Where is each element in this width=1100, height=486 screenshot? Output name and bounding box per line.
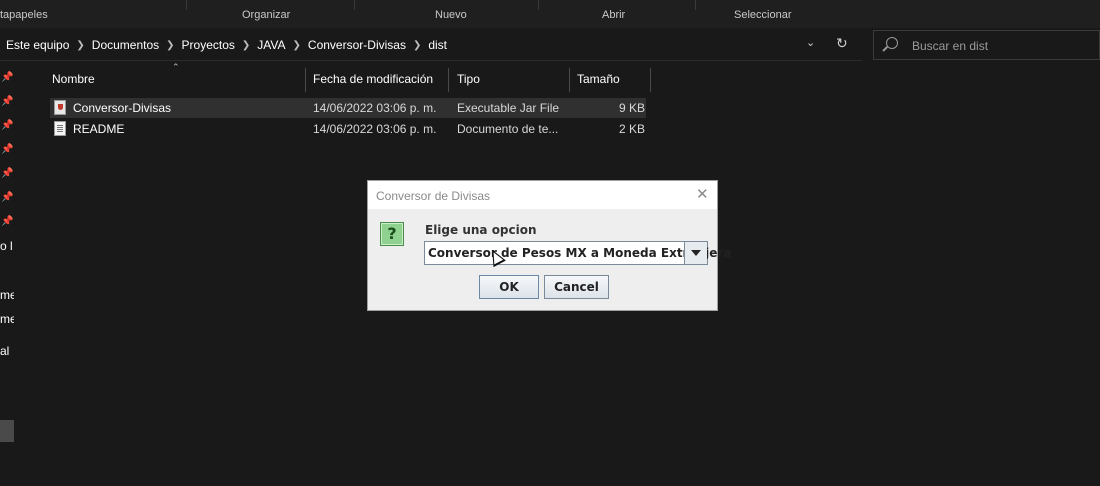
pin-icon: 📌 <box>1 168 14 179</box>
dialog-title: Conversor de Divisas <box>376 189 491 203</box>
question-icon: ? <box>380 222 404 246</box>
file-date: 14/06/2022 03:06 p. m. <box>313 122 437 136</box>
column-divider[interactable] <box>448 68 449 92</box>
ribbon-group-open: Abrir <box>602 9 626 21</box>
column-divider[interactable] <box>305 68 306 92</box>
nav-item-label[interactable]: o l <box>0 239 13 253</box>
text-file-icon <box>54 121 66 136</box>
file-date: 14/06/2022 03:06 p. m. <box>313 101 437 115</box>
search-input[interactable]: Buscar en dist <box>912 39 988 53</box>
file-type: Documento de te... <box>457 122 559 136</box>
column-header-size[interactable]: Tamaño <box>577 72 620 86</box>
column-header-date[interactable]: Fecha de modificación <box>313 72 433 86</box>
chevron-right-icon[interactable]: ❯ <box>166 40 174 51</box>
breadcrumb-this-pc[interactable]: Este equipo <box>6 38 69 52</box>
ribbon-group-organize: Organizar <box>242 9 291 21</box>
ribbon-divider <box>354 0 355 10</box>
file-name: Conversor-Divisas <box>73 101 172 115</box>
address-bar[interactable]: Este equipo ❯ Documentos ❯ Proyectos ❯ J… <box>0 30 862 61</box>
search-box[interactable]: Buscar en dist <box>873 30 1100 60</box>
column-divider[interactable] <box>650 68 651 92</box>
nav-item-label[interactable]: me <box>0 288 14 302</box>
chevron-right-icon[interactable]: ❯ <box>242 40 250 51</box>
search-icon <box>886 37 898 49</box>
ribbon-group-select: Seleccionar <box>734 9 792 21</box>
currency-option-select[interactable]: Conversor de Pesos MX a Moneda Extranjer… <box>424 241 731 265</box>
pin-icon: 📌 <box>1 120 14 131</box>
dialog-prompt: Elige una opcion <box>425 223 537 237</box>
file-list-header: ⌃ Nombre Fecha de modificación Tipo Tama… <box>44 62 654 92</box>
file-name: README <box>73 122 125 136</box>
nav-item-selected[interactable] <box>0 420 14 442</box>
ribbon-group-clipboard: tapapeles <box>0 9 48 21</box>
dialog-title-bar[interactable]: Conversor de Divisas ✕ <box>368 181 717 209</box>
chevron-right-icon[interactable]: ❯ <box>413 40 421 51</box>
ok-button[interactable]: OK <box>479 275 539 299</box>
cancel-button[interactable]: Cancel <box>544 275 609 299</box>
pin-icon: 📌 <box>1 144 14 155</box>
chevron-right-icon[interactable]: ❯ <box>293 40 301 51</box>
refresh-icon[interactable]: ↻ <box>836 35 848 52</box>
pin-icon: 📌 <box>1 192 14 203</box>
ribbon-divider <box>695 0 696 10</box>
chevron-down-icon[interactable]: ⌄ <box>806 36 815 49</box>
file-row-conversor-divisas[interactable]: Conversor-Divisas 14/06/2022 03:06 p. m.… <box>50 98 646 118</box>
close-icon[interactable]: ✕ <box>696 185 709 203</box>
nav-item-label[interactable]: me <box>0 312 14 326</box>
column-divider[interactable] <box>569 68 570 92</box>
file-type: Executable Jar File <box>457 101 560 115</box>
chevron-down-icon[interactable] <box>684 242 707 264</box>
file-row-readme[interactable]: README 14/06/2022 03:06 p. m. Documento … <box>50 119 646 139</box>
breadcrumb: Este equipo ❯ Documentos ❯ Proyectos ❯ J… <box>6 38 447 52</box>
column-header-name[interactable]: Nombre <box>52 72 95 86</box>
breadcrumb-java[interactable]: JAVA <box>257 38 285 52</box>
sort-up-icon: ⌃ <box>172 62 180 72</box>
column-header-type[interactable]: Tipo <box>457 72 480 86</box>
breadcrumb-projects[interactable]: Proyectos <box>182 38 235 52</box>
pin-icon: 📌 <box>1 216 14 227</box>
pin-icon: 📌 <box>1 96 14 107</box>
ribbon: tapapeles Organizar Nuevo Abrir Seleccio… <box>0 0 1100 28</box>
jar-file-icon <box>54 100 66 115</box>
breadcrumb-dist[interactable]: dist <box>428 38 447 52</box>
conversor-dialog: Conversor de Divisas ✕ ? Elige una opcio… <box>367 180 731 311</box>
file-size: 2 KB <box>619 122 646 136</box>
ribbon-divider <box>538 0 539 10</box>
chevron-right-icon[interactable]: ❯ <box>76 40 84 51</box>
nav-item-label[interactable]: al <box>0 344 9 358</box>
breadcrumb-conversor-divisas[interactable]: Conversor-Divisas <box>308 38 406 52</box>
navigation-pane: 📌 📌 📌 📌 📌 📌 📌 o l me me al <box>0 62 14 486</box>
ribbon-group-new: Nuevo <box>435 9 467 21</box>
breadcrumb-documents[interactable]: Documentos <box>92 38 159 52</box>
pin-icon: 📌 <box>1 72 14 83</box>
file-size: 9 KB <box>619 101 646 115</box>
ribbon-divider <box>186 0 187 10</box>
